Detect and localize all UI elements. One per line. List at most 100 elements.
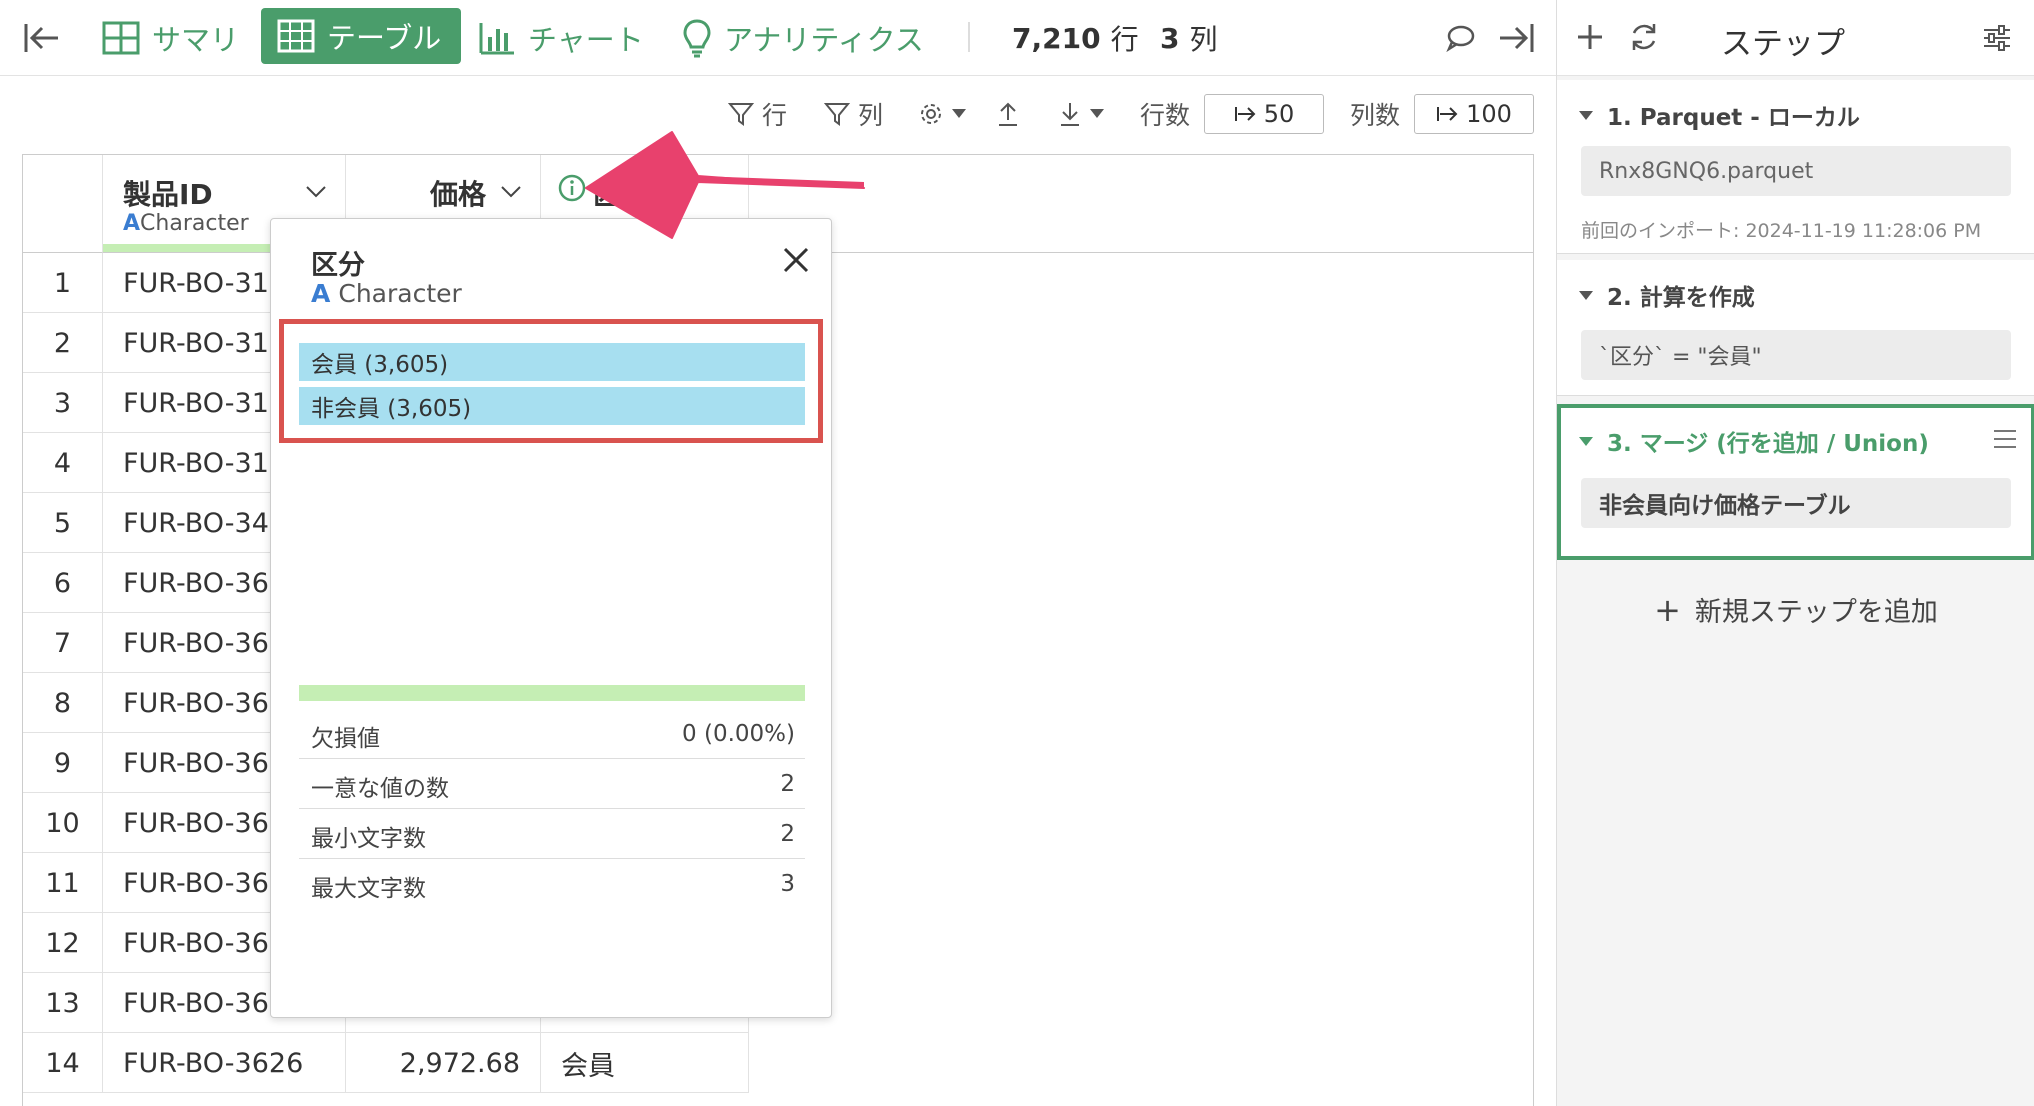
filter-icon: [728, 103, 754, 126]
cell-category: 会員: [541, 1033, 749, 1093]
arrow-right-bar-icon: [1437, 107, 1458, 121]
row-index: 1: [23, 253, 103, 313]
settings-dropdown[interactable]: [918, 92, 974, 136]
plus-icon[interactable]: [1575, 22, 1605, 52]
menu-icon[interactable]: [1993, 428, 2017, 450]
cell-product-id: FUR-BO-3626: [103, 1033, 346, 1093]
row-index: 2: [23, 313, 103, 373]
stat-row-min-length: 最小文字数 2: [299, 809, 805, 859]
stat-value: 2: [780, 771, 795, 797]
value-bar-member[interactable]: 会員 (3,605): [299, 343, 805, 381]
add-step-label: 新規ステップを追加: [1694, 597, 1938, 628]
annotation-arrow-icon: [585, 131, 865, 239]
close-icon[interactable]: [779, 243, 813, 277]
row-index: 9: [23, 733, 103, 793]
value-bar-non-member[interactable]: 非会員 (3,605): [299, 387, 805, 425]
row-count-value: 7,210: [1012, 21, 1101, 55]
step-title-label: 3. マージ (行を追加 / Union): [1607, 431, 1929, 457]
tab-summary[interactable]: サマリ: [102, 0, 239, 76]
tab-chart[interactable]: チャート: [478, 0, 644, 76]
popup-type: A Character: [311, 279, 462, 308]
caret-down-icon[interactable]: [1579, 436, 1593, 446]
comment-icon[interactable]: [1444, 0, 1488, 76]
step-title-label: 1. Parquet - ローカル: [1607, 105, 1860, 131]
step-title: 2. 計算を作成: [1579, 278, 1755, 312]
column-type-label: Character: [140, 211, 249, 236]
add-step-button[interactable]: + 新規ステップを追加: [1557, 590, 2034, 629]
stat-row-unique: 一意な値の数 2: [299, 759, 805, 809]
steps-header: ステップ: [1557, 0, 2034, 76]
col-count: 3 列: [1160, 0, 1218, 76]
stat-value: 2: [780, 821, 795, 847]
steps-panel: ステップ 1. Parquet - ローカル Rnx8GNQ6.parquet …: [1556, 0, 2034, 1106]
arrow-right-bar-icon: [1234, 107, 1256, 121]
step-3-selected[interactable]: 3. マージ (行を追加 / Union) 非会員向け価格テーブル: [1557, 404, 2034, 560]
step-title-label: 2. 計算を作成: [1607, 285, 1755, 311]
popup-title: 区分: [311, 250, 365, 281]
stat-label: 最小文字数: [311, 826, 426, 852]
row-index: 13: [23, 973, 103, 1033]
download-icon: [1061, 103, 1079, 126]
step-detail: 非会員向け価格テーブル: [1581, 478, 2011, 528]
cols-input[interactable]: 100: [1414, 94, 1534, 134]
cell-price: 2,972.68: [346, 1033, 541, 1093]
step-2[interactable]: 2. 計算を作成 `区分` = "会員": [1557, 260, 2034, 396]
cols-value: 100: [1466, 100, 1512, 128]
row-index: 4: [23, 433, 103, 493]
sliders-icon[interactable]: [1981, 22, 2013, 54]
tab-analytics-label: アナリティクス: [724, 23, 924, 57]
stat-label: 一意な値の数: [311, 776, 449, 802]
row-index: 6: [23, 553, 103, 613]
filter-icon: [824, 103, 850, 126]
row-index: 11: [23, 853, 103, 913]
steps-title: ステップ: [1721, 26, 1845, 62]
index-header: [23, 155, 103, 253]
row-count-unit: 行: [1110, 23, 1139, 56]
bar-chart-icon: [479, 23, 514, 55]
stat-label: 欠損値: [311, 726, 380, 752]
step-detail: `区分` = "会員": [1581, 330, 2011, 380]
row-index: 12: [23, 913, 103, 973]
tab-table[interactable]: テーブル: [261, 8, 462, 64]
step-title: 1. Parquet - ローカル: [1579, 98, 1860, 132]
step-title: 3. マージ (行を追加 / Union): [1579, 424, 1929, 458]
upload-icon[interactable]: [996, 92, 1028, 136]
download-dropdown[interactable]: [1058, 92, 1112, 136]
row-count: 7,210 行: [1012, 0, 1139, 76]
tab-chart-label: チャート: [528, 23, 644, 57]
row-index: 8: [23, 673, 103, 733]
cols-label: 列数: [1350, 101, 1401, 130]
collapse-right-icon[interactable]: [1496, 0, 1548, 76]
character-type-icon: A: [311, 279, 331, 308]
stat-value: 3: [780, 871, 795, 897]
rows-input[interactable]: 50: [1204, 94, 1324, 134]
table-row[interactable]: 14 FUR-BO-3626 2,972.68 会員: [23, 1033, 749, 1093]
caret-down-icon[interactable]: [1579, 110, 1593, 120]
row-index: 14: [23, 1033, 103, 1093]
column-summary-popup: 区分 A Character 会員 (3,605) 非会員 (3,605) 欠損値…: [270, 218, 832, 1018]
tab-analytics[interactable]: アナリティクス: [682, 0, 924, 76]
stat-row-max-length: 最大文字数 3: [299, 859, 805, 909]
row-index: 3: [23, 373, 103, 433]
refresh-icon[interactable]: [1627, 20, 1661, 54]
col-count-unit: 列: [1189, 23, 1218, 56]
row-index: 5: [23, 493, 103, 553]
stat-value: 0 (0.00%): [682, 721, 795, 747]
column-header-title: 製品ID: [123, 178, 213, 211]
rows-label: 行数: [1140, 101, 1191, 130]
step-1[interactable]: 1. Parquet - ローカル Rnx8GNQ6.parquet 前回のイン…: [1557, 80, 2034, 254]
step-note: 前回のインポート: 2024-11-19 11:28:06 PM: [1581, 220, 1982, 242]
caret-down-icon: [952, 109, 966, 118]
col-count-value: 3: [1160, 21, 1180, 55]
step-detail: Rnx8GNQ6.parquet: [1581, 146, 2011, 196]
caret-down-icon: [1090, 109, 1104, 118]
stat-row-missing: 欠損値 0 (0.00%): [299, 709, 805, 759]
lightbulb-icon: [683, 19, 711, 58]
chevron-down-icon[interactable]: [500, 185, 522, 199]
row-index: 10: [23, 793, 103, 853]
caret-down-icon[interactable]: [1579, 290, 1593, 300]
tab-summary-label: サマリ: [152, 23, 240, 57]
chevron-down-icon[interactable]: [305, 185, 327, 199]
collapse-left-icon[interactable]: [22, 0, 74, 76]
column-type: ACharacter: [123, 211, 249, 236]
